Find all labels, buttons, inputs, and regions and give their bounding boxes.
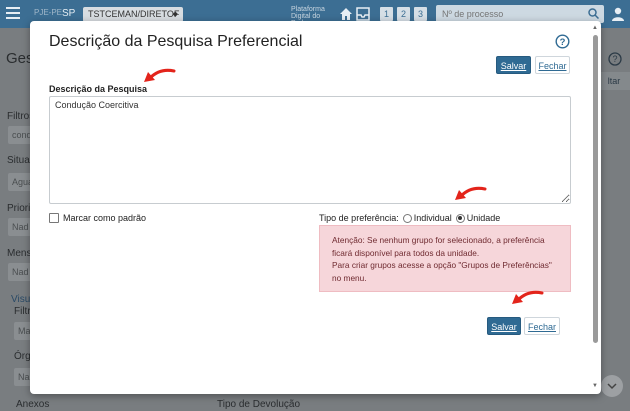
default-checkbox-label: Marcar como padrão	[63, 213, 147, 223]
help-icon[interactable]: ?	[555, 34, 570, 49]
app-logo: PJE-PE	[34, 8, 63, 17]
bg-button: ltar	[598, 72, 630, 90]
caret-down-icon: ◆	[172, 11, 178, 18]
annotation-arrow-icon	[512, 290, 544, 304]
chevron-down-icon	[607, 383, 617, 390]
return-type-label: Tipo de Devolução	[217, 399, 301, 410]
preference-type-row: Tipo de preferência: Individual Unidade	[319, 213, 500, 223]
inbox-icon[interactable]	[356, 7, 370, 21]
description-textarea[interactable]: Condução Coercitiva	[49, 96, 571, 204]
radio-unit-label[interactable]: Unidade	[467, 213, 501, 223]
radio-individual[interactable]	[402, 213, 412, 223]
close-button-top[interactable]: Fechar	[535, 56, 570, 74]
shortcut-2-button[interactable]: 2	[397, 7, 410, 21]
dialog-scrollbar[interactable]: ▲ ▼	[592, 23, 599, 391]
state-label: SP	[62, 8, 76, 19]
scrollbar-thumb[interactable]	[593, 35, 598, 343]
shortcut-1-button[interactable]: 1	[380, 7, 393, 21]
description-label: Descrição da Pesquisa	[49, 84, 148, 94]
user-icon[interactable]	[610, 6, 626, 22]
svg-text:?: ?	[560, 37, 566, 48]
default-checkbox[interactable]	[49, 213, 59, 223]
bg-field: Agua	[8, 173, 32, 191]
svg-text:?: ?	[612, 54, 617, 64]
radio-unit[interactable]	[455, 213, 465, 223]
dialog-title: Descrição da Pesquisa Preferencial	[49, 33, 303, 50]
alert-text-1: Atenção: Se nenhum grupo for selecionado…	[332, 235, 545, 258]
scroll-down-button[interactable]	[601, 375, 623, 397]
bg-field: cond	[8, 126, 32, 144]
priority-label: Priori	[7, 203, 31, 214]
scroll-up-icon[interactable]: ▲	[592, 25, 598, 31]
preference-type-label: Tipo de preferência:	[319, 213, 399, 223]
attachments-label: Anexos	[16, 399, 50, 410]
bg-field: Nad	[8, 263, 32, 281]
preference-dialog: Descrição da Pesquisa Preferencial ? Sal…	[30, 21, 601, 394]
unit-select-value: TSTCEMAN/DIRETOF	[88, 9, 180, 19]
default-checkbox-row[interactable]: Marcar como padrão	[49, 213, 146, 223]
save-button[interactable]: Salvar	[487, 317, 521, 335]
radio-individual-label[interactable]: Individual	[414, 213, 452, 223]
shortcut-3-button[interactable]: 3	[414, 7, 427, 21]
annotation-arrow-icon	[144, 68, 176, 82]
annotation-arrow-icon	[455, 186, 487, 200]
scroll-down-icon[interactable]: ▼	[592, 383, 598, 389]
warning-alert: Atenção: Se nenhum grupo for selecionado…	[319, 225, 571, 292]
bg-field: Nad	[8, 218, 32, 236]
search-icon[interactable]	[588, 8, 599, 19]
alert-text-2: Para criar grupos acesse a opção "Grupos…	[332, 260, 552, 283]
home-icon[interactable]	[339, 7, 353, 21]
filter-label: Filtr	[14, 306, 31, 317]
save-button-top[interactable]: Salvar	[496, 56, 531, 74]
organ-label: Órg	[14, 351, 31, 362]
help-icon: ?	[608, 52, 622, 66]
unit-select[interactable]: TSTCEMAN/DIRETOF ◆	[83, 7, 183, 22]
menu-icon[interactable]	[6, 7, 20, 19]
close-button[interactable]: Fechar	[524, 317, 560, 335]
